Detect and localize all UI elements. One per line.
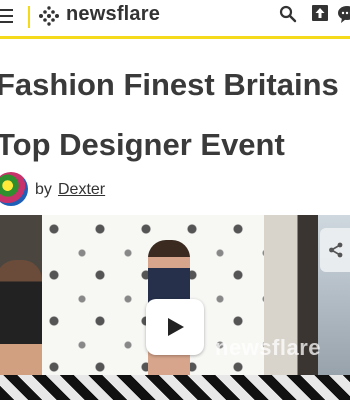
share-icon — [329, 242, 343, 258]
upload-icon[interactable] — [312, 5, 328, 21]
video-figure-left — [0, 260, 42, 380]
play-icon — [168, 318, 184, 336]
author-avatar[interactable] — [0, 172, 28, 206]
article-title: Fashion Finest Britains Top Designer Eve… — [0, 55, 350, 175]
search-icon[interactable] — [279, 5, 297, 23]
chat-icon[interactable] — [337, 5, 350, 23]
site-header: newsflare — [0, 0, 350, 39]
author-byline: by Dexter — [0, 172, 350, 208]
hamburger-menu-icon[interactable] — [0, 9, 13, 23]
by-label: by — [35, 181, 52, 198]
article-title-line-2: Top Designer Event — [0, 127, 285, 162]
play-button[interactable] — [146, 299, 204, 355]
author-link[interactable]: Dexter — [58, 181, 105, 199]
article-title-line-1: Fashion Finest Britains — [0, 67, 339, 102]
share-button[interactable] — [320, 228, 350, 272]
newsflare-logo-icon[interactable] — [37, 4, 61, 28]
video-watermark: newsflare — [215, 335, 321, 360]
video-floor — [0, 375, 350, 400]
site-logo-text[interactable]: newsflare — [66, 3, 160, 26]
header-divider — [28, 6, 30, 28]
video-player[interactable]: newsflare — [0, 215, 350, 400]
